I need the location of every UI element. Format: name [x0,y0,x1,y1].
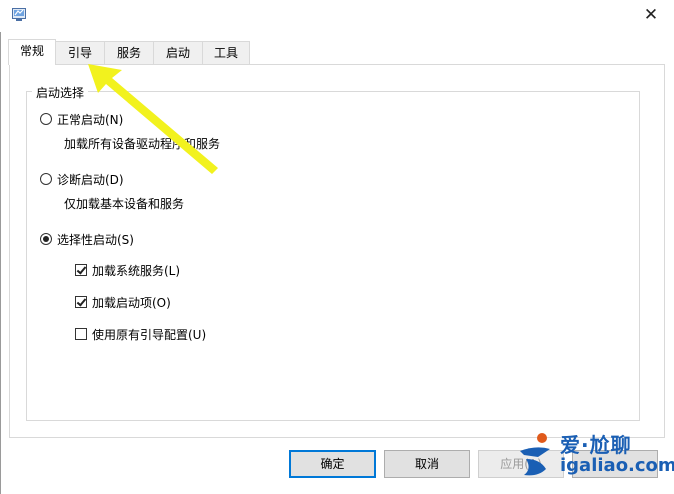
title-bar: ✕ [0,0,674,32]
diagnostic-startup-radio[interactable]: 诊断启动(D) [40,170,124,188]
normal-startup-radio[interactable]: 正常启动(N) [40,110,123,128]
diagnostic-startup-description: 仅加载基本设备和服务 [64,197,185,211]
selective-startup-radio[interactable]: 选择性启动(S) [40,230,134,248]
checkbox-checked-icon [75,264,87,276]
window-left-border [0,32,1,494]
radio-button-icon [40,173,52,185]
radio-button-icon [40,113,52,125]
checkbox-unchecked-icon [75,328,87,340]
tab-boot[interactable]: 引导 [55,41,105,64]
close-icon: ✕ [643,5,659,25]
startup-selection-title: 启动选择 [32,84,89,101]
watermark-bottom-text: igaliao.com [560,455,674,476]
ok-button[interactable]: 确定 [289,450,376,478]
load-system-services-checkbox[interactable]: 加载系统服务(L) [75,261,180,279]
checkbox-checked-icon [75,296,87,308]
close-button[interactable]: ✕ [640,4,662,26]
tab-general[interactable]: 常规 [8,39,56,65]
diagnostic-startup-label: 诊断启动(D) [57,172,124,187]
load-startup-items-checkbox[interactable]: 加载启动项(O) [75,293,171,311]
msconfig-app-icon [12,8,26,21]
normal-startup-description: 加载所有设备驱动程序和服务 [64,137,221,151]
load-startup-items-label: 加载启动项(O) [92,295,171,310]
tab-services[interactable]: 服务 [104,41,154,64]
use-original-boot-config-label: 使用原有引导配置(U) [92,327,207,342]
cancel-button[interactable]: 取消 [384,450,470,478]
tab-startup[interactable]: 启动 [153,41,203,64]
watermark-logo-icon [520,433,550,476]
site-watermark: 爱·尬聊 igaliao.com [516,425,674,487]
normal-startup-label: 正常启动(N) [57,112,124,127]
watermark-top-text: 爱·尬聊 [560,433,632,457]
use-original-boot-config-checkbox[interactable]: 使用原有引导配置(U) [75,325,206,343]
tab-tools[interactable]: 工具 [202,41,250,64]
selective-startup-label: 选择性启动(S) [57,232,134,247]
radio-button-selected-icon [40,233,52,245]
load-system-services-label: 加载系统服务(L) [92,263,181,278]
